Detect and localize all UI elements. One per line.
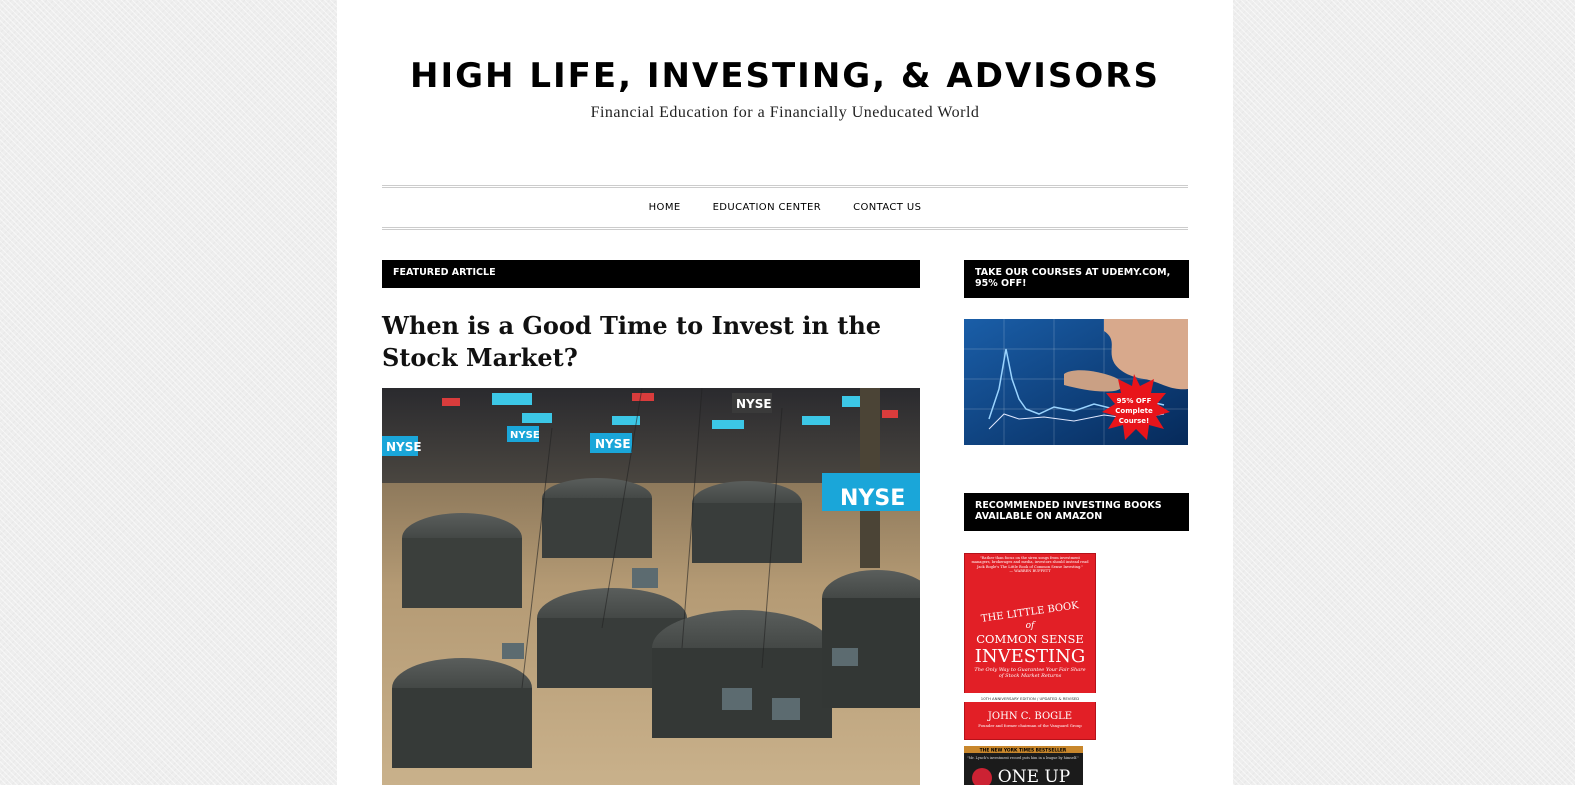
badge-line-3: Course! xyxy=(1119,417,1150,425)
book-cover-one-up-on-wall-street[interactable]: THE NEW YORK TIMES BESTSELLER "Mr. Lynch… xyxy=(964,746,1083,785)
book-cover-little-book-common-sense-investing[interactable]: "Rather than focus on the siren songs fr… xyxy=(964,553,1096,740)
book2-cover-picture: THE NEW YORK TIMES BESTSELLER "Mr. Lynch… xyxy=(964,746,1083,785)
nyse-sign-4: NYSE xyxy=(736,397,772,411)
site-container: HIGH LIFE, INVESTING, & ADVISORS Financi… xyxy=(337,0,1233,785)
site-description: Financial Education for a Financially Un… xyxy=(590,104,980,121)
featured-article-heading: FEATURED ARTICLE xyxy=(382,260,920,288)
site-title[interactable]: HIGH LIFE, INVESTING, & ADVISORS xyxy=(337,55,1233,97)
primary-nav: HOME EDUCATION CENTER CONTACT US xyxy=(382,185,1188,230)
book1-subtitle: The Only Way to Guarantee Your Fair Shar… xyxy=(974,667,1086,679)
nyse-sign-1: NYSE xyxy=(386,440,422,454)
book2-banner: THE NEW YORK TIMES BESTSELLER xyxy=(980,748,1067,754)
book2-quote: "Mr. Lynch's investment record puts him … xyxy=(967,756,1079,760)
nav-item-education-center[interactable]: EDUCATION CENTER xyxy=(713,202,822,213)
nyse-trading-floor-picture: NYSE NYSE NYSE NYSE NYSE xyxy=(382,388,920,785)
nav-item-home[interactable]: HOME xyxy=(649,202,681,213)
badge-line-2: Complete xyxy=(1115,407,1153,415)
badge-line-1: 95% OFF xyxy=(1117,397,1152,405)
book2-title: ONE UP xyxy=(998,767,1070,785)
book1-author-note: Founder and former chairman of the Vangu… xyxy=(978,723,1082,728)
book1-quote: "Rather than focus on the siren songs fr… xyxy=(971,556,1089,569)
nyse-sign-2: NYSE xyxy=(595,437,631,451)
article-image-nyse-floor[interactable]: NYSE NYSE NYSE NYSE NYSE xyxy=(382,388,920,785)
article-title[interactable]: When is a Good Time to Invest in the Sto… xyxy=(382,310,920,374)
books-widget-heading: RECOMMENDED INVESTING BOOKS AVAILABLE ON… xyxy=(964,493,1189,531)
nav-item-contact-us[interactable]: CONTACT US xyxy=(853,202,921,213)
book-cover-picture: "Rather than focus on the siren songs fr… xyxy=(964,553,1096,740)
nyse-sign-3: NYSE xyxy=(510,430,540,441)
book1-quote-author: — WARREN BUFFETT xyxy=(1009,569,1051,574)
udemy-widget-heading: TAKE OUR COURSES AT UDEMY.COM, 95% OFF! xyxy=(964,260,1189,298)
book1-author: JOHN C. BOGLE xyxy=(987,711,1072,722)
book1-edition: 10TH ANNIVERSARY EDITION / UPDATED & REV… xyxy=(981,696,1079,701)
udemy-course-ad[interactable]: 95% OFF Complete Course! xyxy=(964,319,1188,445)
nyse-sign-5: NYSE xyxy=(840,486,905,511)
book1-title-line3: COMMON SENSE xyxy=(976,632,1084,646)
udemy-ad-picture: 95% OFF Complete Course! xyxy=(964,319,1188,445)
book1-title-line4: INVESTING xyxy=(975,646,1086,667)
